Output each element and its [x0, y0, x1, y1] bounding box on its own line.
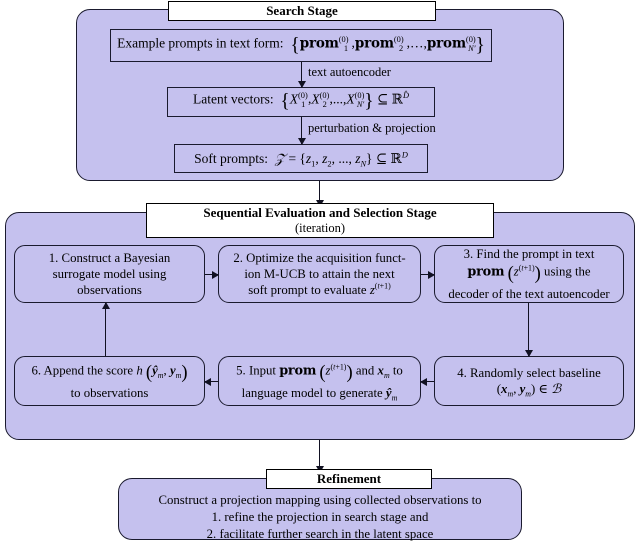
arrow-step1-to-step2 — [205, 270, 219, 279]
refinement-line3: 2. facilitate further search in the late… — [206, 526, 434, 541]
eval-stage-header-line1: Sequential Evaluation and Selection Stag… — [203, 205, 437, 220]
step-3-box: 3. Find the prompt in text prom (z(t+1))… — [434, 245, 624, 303]
example-prompts-box: Example prompts in text form: {prom(0)1,… — [110, 29, 492, 62]
step-2-number: 2. — [233, 250, 243, 265]
step-4-line2: (xm, ym) ∈ ℬ — [496, 382, 562, 399]
step-2-line2: ion M-UCB to attain the next — [244, 266, 395, 281]
step-2-content: 2. Optimize the acquisition funct- ion M… — [229, 250, 409, 298]
step-1-number: 1. — [48, 250, 59, 265]
step-2-line1: Optimize the acquisition funct- — [246, 250, 406, 265]
step-2-box: 2. Optimize the acquisition funct- ion M… — [218, 245, 421, 303]
step-1-box: 1. Construct a Bayesian surrogate model … — [14, 245, 205, 303]
soft-prompts-label: Soft prompts: — [194, 150, 269, 166]
eval-stage-header-line2: (iteration) — [295, 220, 345, 235]
arrow-eval-to-refinement — [315, 440, 324, 473]
step-4-line1: Randomly select baseline — [470, 365, 601, 380]
step-3-number: 3. — [463, 247, 474, 262]
step-4-number: 4. — [457, 365, 467, 380]
arrow-latent-to-soft — [297, 117, 306, 145]
arrow-step5-to-step6 — [204, 377, 218, 386]
step-3-line3: decoder of the text autoencoder — [448, 286, 610, 301]
step-4-box: 4. Randomly select baseline (xm, ym) ∈ ℬ — [434, 356, 624, 406]
step-3-line2: prom (z(t+1)) using the — [467, 263, 591, 285]
step-6-line1: 6. Append the score h (ŷm, ym) — [31, 362, 188, 384]
eval-stage-header: Sequential Evaluation and Selection Stag… — [146, 203, 494, 238]
example-prompts-text: Example prompts in text form: {prom(0)1,… — [117, 34, 485, 56]
step-6-content: 6. Append the score h (ŷm, ym) to observ… — [31, 361, 187, 400]
arrow-prompts-to-latent — [297, 62, 306, 88]
step-5-line2: language model to generate ŷm — [241, 385, 398, 403]
latent-vectors-text: Latent vectors: {X(0)1 ,X(0)2 ,...,X(0)N′}… — [193, 90, 409, 112]
step-1-line2: surrogate model using — [52, 266, 167, 281]
step-4-content: 4. Randomly select baseline (xm, ym) ∈ ℬ — [457, 365, 601, 399]
search-stage-header: Search Stage — [168, 1, 436, 21]
step-1-line1: Construct a Bayesian — [61, 250, 171, 265]
step-5-content: 5. Input prom (z(t+1)) and xm to languag… — [233, 361, 406, 403]
refinement-line1: Construct a projection mapping using col… — [158, 493, 482, 507]
arrow-step6-to-step1 — [101, 302, 110, 356]
step-1-line3: observations — [77, 283, 142, 298]
arrow-step4-to-step5 — [420, 377, 434, 386]
soft-prompts-text: Soft prompts: 𝒵 = {z1, z2, ..., zN} ⊆ ℝD — [194, 150, 408, 169]
refinement-line2: 1. refine the projection in search stage… — [211, 509, 429, 524]
arrow-step2-to-step3 — [421, 270, 435, 279]
step-6-line2: to observations — [70, 385, 149, 400]
edge-label-perturbation-projection: perturbation & projection — [308, 121, 436, 135]
step-3-content: 3. Find the prompt in text prom (z(t+1))… — [448, 246, 609, 302]
latent-vectors-label: Latent vectors: — [193, 91, 274, 107]
arrow-step3-to-step4 — [524, 303, 533, 357]
step-1-content: 1. Construct a Bayesian surrogate model … — [49, 250, 171, 298]
step-5-box: 5. Input prom (z(t+1)) and xm to languag… — [218, 356, 421, 406]
step-5-line1: 5. Input prom (z(t+1)) and xm to — [236, 362, 403, 384]
step-2-line3: soft prompt to evaluate z(t+1) — [248, 281, 391, 298]
step-6-number: 6. — [31, 363, 42, 378]
refinement-stage-header: Refinement — [266, 469, 432, 489]
refinement-body: Construct a projection mapping using col… — [118, 492, 522, 543]
step-3-line1: Find the prompt in text — [476, 247, 595, 262]
edge-label-text-autoencoder: text autoencoder — [308, 65, 391, 79]
step-5-number: 5. — [236, 363, 246, 378]
example-prompts-label: Example prompts in text form: — [117, 34, 284, 50]
latent-vectors-box: Latent vectors: {X(0)1 ,X(0)2 ,...,X(0)N′}… — [167, 87, 435, 117]
step-6-box: 6. Append the score h (ŷm, ym) to observ… — [14, 356, 205, 406]
soft-prompts-box: Soft prompts: 𝒵 = {z1, z2, ..., zN} ⊆ ℝD — [174, 144, 428, 173]
